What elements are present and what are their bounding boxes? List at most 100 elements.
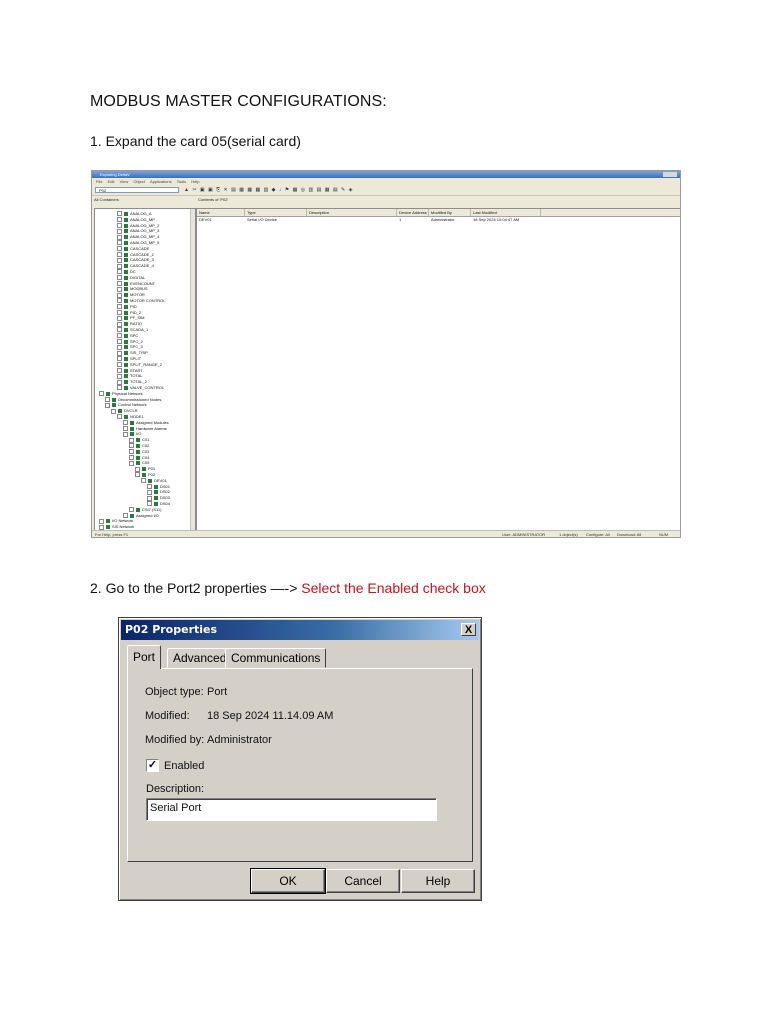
col-last-modified[interactable]: Last Modified [471,209,541,216]
close-icon[interactable]: X [461,623,476,636]
tree-item[interactable]: PID [117,304,137,310]
menu-applications[interactable]: Applications [150,179,172,184]
tree-item[interactable]: PID_2 [117,310,141,316]
tree-item[interactable]: Physical Network [99,391,143,397]
expand-toggle-icon[interactable] [117,315,122,321]
expand-toggle-icon[interactable] [135,472,140,478]
expand-toggle-icon[interactable] [117,211,122,217]
tree-item[interactable]: Assigned I/O [123,513,159,519]
expand-toggle-icon[interactable] [117,368,122,374]
col-type[interactable]: Type [245,209,307,216]
tree-item[interactable]: Control Network [105,402,147,408]
tree-item[interactable]: CASCADE [117,246,149,252]
col-name[interactable]: Name [197,209,245,216]
tree-item[interactable]: CSI7 (S11) [129,507,162,513]
tree-item[interactable]: I/O Network [99,518,133,524]
tree-item[interactable]: ANALOG_MP_2 [117,223,159,229]
tree-item[interactable]: ANALOG_MP_5 [117,240,159,246]
dialog-titlebar[interactable]: P02 Properties X [121,620,479,640]
tree-item[interactable]: MOTOR [117,292,145,298]
expand-toggle-icon[interactable] [129,460,134,466]
expand-toggle-icon[interactable] [117,240,122,246]
expand-toggle-icon[interactable] [117,385,122,391]
tree-item[interactable]: P01 [135,466,155,472]
expand-toggle-icon[interactable] [117,362,122,368]
expand-toggle-icon[interactable] [105,397,110,403]
toolbar-icons[interactable]: ▲ ✂ ▣ ▣ ⎘ ✕ ▤ ▦ ▦ ▦ ▥ ◆ ↓ ⚑ ▦ ◎ ▥ ▤ ▦ ▤ … [184,187,353,193]
expand-toggle-icon[interactable] [135,466,140,472]
tree-item[interactable]: Hardware Alarms [123,426,167,432]
expand-toggle-icon[interactable] [117,246,122,252]
expand-toggle-icon[interactable] [117,286,122,292]
expand-toggle-icon[interactable] [117,292,122,298]
tree-item[interactable]: SIS_TRIP [117,350,148,356]
expand-toggle-icon[interactable] [117,234,122,240]
tree-item[interactable]: I/O [123,431,141,437]
expand-toggle-icon[interactable] [129,507,134,513]
expand-toggle-icon[interactable] [117,298,122,304]
tree-item[interactable]: NODE1 [117,414,144,420]
expand-toggle-icon[interactable] [117,310,122,316]
expand-toggle-icon[interactable] [123,420,128,426]
expand-toggle-icon[interactable] [117,257,122,263]
tree-item[interactable]: C01 [129,437,149,443]
menu-view[interactable]: View [120,179,129,184]
tree-item[interactable]: DS02 [147,489,170,495]
tree-item[interactable]: ANALOG_MP_4 [117,234,159,240]
tree-item[interactable]: TOTAL [117,373,143,379]
expand-toggle-icon[interactable] [111,408,116,414]
menu-file[interactable]: File [96,179,102,184]
expand-toggle-icon[interactable] [105,402,110,408]
expand-toggle-icon[interactable] [147,489,152,495]
table-row[interactable]: DEV01 Serial I/O Device 1 Administrator … [197,217,680,223]
col-modified-by[interactable]: Modified By [429,209,471,216]
expand-toggle-icon[interactable] [117,304,122,310]
tree-item[interactable]: Decommissioned Nodes [105,397,161,403]
ok-button[interactable]: OK [250,868,326,894]
expand-toggle-icon[interactable] [117,217,122,223]
menu-edit[interactable]: Edit [108,179,115,184]
menu-object[interactable]: Object [133,179,145,184]
col-description[interactable]: Description [307,209,397,216]
tree-item[interactable]: DS04 [147,501,170,507]
tab-port[interactable]: Port [127,645,162,669]
tree-item[interactable]: CASCADE_2 [117,252,154,258]
tree-item[interactable]: TOTAL_2 [117,379,147,385]
tree-item[interactable]: SPLIT [117,356,141,362]
expand-toggle-icon[interactable] [123,431,128,437]
expand-toggle-icon[interactable] [147,495,152,501]
menu-help[interactable]: Help [191,179,199,184]
tree-item[interactable]: DS03 [147,495,170,501]
tree-item[interactable]: C05 [129,460,149,466]
expand-toggle-icon[interactable] [123,513,128,519]
expand-toggle-icon[interactable] [147,484,152,490]
expand-toggle-icon[interactable] [117,333,122,339]
tree-item[interactable]: DS01 [147,484,170,490]
expand-toggle-icon[interactable] [117,223,122,229]
cancel-button[interactable]: Cancel [326,869,400,893]
tab-advanced[interactable]: Advanced [167,648,233,668]
tree-item[interactable]: SCADA_1 [117,327,148,333]
expand-toggle-icon[interactable] [117,356,122,362]
expand-toggle-icon[interactable] [117,263,122,269]
tree-item[interactable]: DEV01 [141,478,167,484]
tree-item[interactable]: MODBUS [117,286,148,292]
tree-item[interactable]: ANALOG_MP_3 [117,228,159,234]
expand-toggle-icon[interactable] [99,391,104,397]
expand-toggle-icon[interactable] [129,455,134,461]
tree-item[interactable]: C02 [129,443,149,449]
expand-toggle-icon[interactable] [99,518,104,524]
expand-toggle-icon[interactable] [117,414,122,420]
tree-item[interactable]: SPC_2 [117,339,143,345]
expand-toggle-icon[interactable] [117,321,122,327]
tree-item[interactable]: C04 [129,455,149,461]
description-input[interactable]: Serial Port [146,798,437,821]
tree-item[interactable]: START [117,368,143,374]
tree-item[interactable]: CASCADE_4 [117,263,154,269]
expand-toggle-icon[interactable] [117,373,122,379]
tree-item[interactable]: MOTOR CONTROL [117,298,165,304]
expand-toggle-icon[interactable] [117,344,122,350]
menu-tools[interactable]: Tools [177,179,186,184]
tree-item[interactable]: DVCLR [111,408,138,414]
col-device-address[interactable]: Device Address [397,209,429,216]
